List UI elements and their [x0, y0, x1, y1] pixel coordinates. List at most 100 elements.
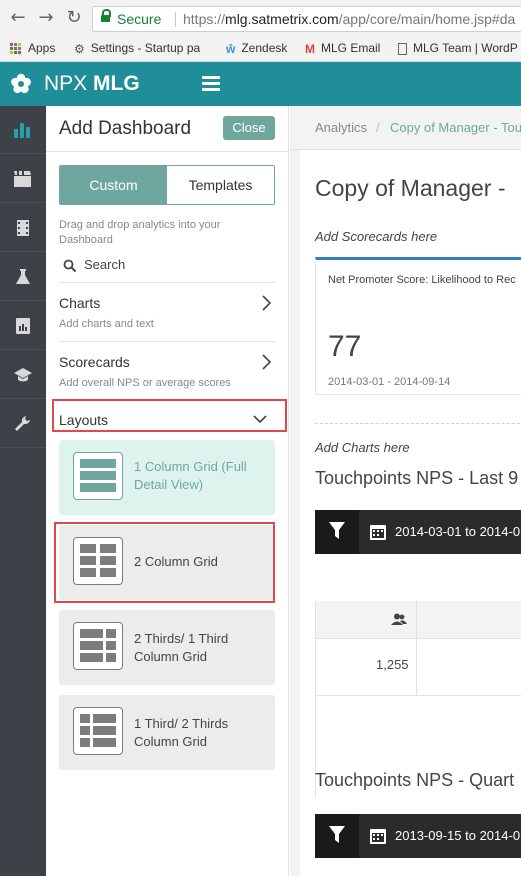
- table-cell-count: 1,255: [376, 657, 409, 672]
- date-range[interactable]: 2013-09-15 to 2014-0: [395, 828, 520, 843]
- table-header-row: [316, 601, 521, 639]
- layout-1-column-grid[interactable]: 1 Column Grid (Full Detail View): [59, 440, 275, 515]
- graduation-cap-icon: [14, 368, 32, 382]
- layout-2-thirds-1-third[interactable]: 2 Thirds/ 1 Third Column Grid: [59, 610, 275, 685]
- rail-item-media[interactable]: [0, 155, 46, 203]
- url-text: https://mlg.satmetrix.com/app/core/main/…: [183, 7, 515, 31]
- url-prefix: https://: [183, 11, 226, 27]
- secure-label: Secure: [117, 11, 162, 27]
- bookmark-label: MLG Email: [321, 41, 381, 55]
- search-label: Search: [84, 257, 126, 272]
- dashed-divider: [315, 423, 521, 424]
- search-input[interactable]: Search: [59, 256, 275, 278]
- hamburger-menu-icon[interactable]: [202, 76, 220, 92]
- gmail-icon: M: [305, 41, 315, 56]
- rail-item-settings[interactable]: [0, 400, 46, 448]
- film-strip-icon: [17, 220, 29, 236]
- icon-rail: [0, 106, 46, 876]
- app-header: NPX MLG: [0, 62, 521, 106]
- search-icon: [63, 259, 77, 273]
- scorecard-value: 77: [328, 330, 362, 363]
- bookmark-apps[interactable]: Apps: [10, 40, 55, 56]
- panel-title: Add Dashboard: [59, 118, 192, 139]
- add-charts-label: Add Charts here: [315, 440, 410, 455]
- section-scorecards[interactable]: Scorecards Add overall NPS or average sc…: [59, 341, 275, 399]
- section-subtitle: Add overall NPS or average scores: [59, 377, 231, 389]
- address-bar[interactable]: Secure https://mlg.satmetrix.com/app/cor…: [92, 6, 521, 32]
- chevron-right-icon: [262, 354, 271, 370]
- filter-button[interactable]: [315, 510, 359, 554]
- browser-chrome: ← → ↻ Secure https://mlg.satmetrix.com/a…: [0, 0, 521, 62]
- breadcrumb-separator: /: [376, 120, 380, 135]
- lock-icon: [101, 9, 111, 25]
- bookmark-label: MLG Team | WordP: [413, 41, 518, 55]
- scorecard-title: Net Promoter Score: Likelihood to Rec: [328, 274, 516, 286]
- gear-icon: ⚙: [74, 41, 85, 56]
- wrench-icon: [15, 416, 30, 431]
- bookmark-settings[interactable]: ⚙ Settings - Startup pa: [74, 40, 200, 57]
- bookmark-zendesk[interactable]: ŵ Zendesk: [226, 40, 287, 57]
- funnel-icon: [329, 522, 345, 539]
- panel-divider: [46, 151, 289, 152]
- date-range[interactable]: 2014-03-01 to 2014-0: [395, 524, 520, 539]
- page-icon: [398, 42, 407, 55]
- bookmark-label: Apps: [28, 41, 56, 55]
- logo-text-bold: MLG: [93, 72, 140, 95]
- report-icon: [16, 318, 30, 334]
- add-scorecards-label: Add Scorecards here: [315, 229, 438, 244]
- flask-icon: [16, 269, 30, 284]
- breadcrumb: Analytics / Copy of Manager - Tou: [290, 106, 521, 150]
- drag-drop-hint: Drag and drop analytics into your Dashbo…: [59, 219, 221, 246]
- chart-table: 1,255: [315, 601, 521, 797]
- custom-templates-toggle: Custom Templates: [59, 165, 275, 205]
- url-host: mlg.satmetrix.com: [225, 11, 339, 27]
- tab-custom[interactable]: Custom: [60, 166, 167, 204]
- add-dashboard-panel: Add Dashboard Close Custom Templates Dra…: [46, 106, 289, 876]
- section-title: Charts: [59, 295, 101, 311]
- rail-item-filmstrip[interactable]: [0, 204, 46, 252]
- layout-1-third-2-thirds[interactable]: 1 Third/ 2 Thirds Column Grid: [59, 695, 275, 770]
- dashboard-title: Copy of Manager -: [315, 175, 506, 201]
- main-area: Analytics / Copy of Manager - Tou Copy o…: [290, 106, 521, 876]
- one-third-two-thirds-grid-icon: [73, 707, 123, 755]
- flower-logo-icon: [11, 73, 31, 94]
- scorecard-date-range: 2014-03-01 - 2014-09-14: [328, 376, 451, 388]
- section-charts[interactable]: Charts Add charts and text: [59, 282, 275, 340]
- one-column-grid-icon: [73, 452, 123, 500]
- chart-title: Touchpoints NPS - Quart: [315, 770, 515, 790]
- back-arrow-icon[interactable]: ←: [8, 8, 28, 28]
- apps-grid-icon: [10, 42, 22, 55]
- two-thirds-one-third-grid-icon: [73, 622, 123, 670]
- funnel-icon: [329, 826, 345, 843]
- reload-icon[interactable]: ↻: [64, 8, 84, 28]
- tab-templates[interactable]: Templates: [167, 166, 274, 204]
- bar-chart-icon: [14, 123, 30, 138]
- rail-item-analytics[interactable]: [0, 106, 46, 154]
- breadcrumb-current[interactable]: Copy of Manager - Tou: [390, 106, 521, 150]
- forward-arrow-icon[interactable]: →: [36, 8, 56, 28]
- layout-label: 1 Column Grid (Full Detail View): [134, 459, 247, 492]
- layout-label: 2 Thirds/ 1 Third Column Grid: [134, 631, 229, 664]
- rail-item-lab[interactable]: [0, 253, 46, 301]
- breadcrumb-analytics[interactable]: Analytics: [315, 106, 367, 150]
- film-icon: [14, 171, 31, 187]
- rail-item-reports[interactable]: [0, 302, 46, 350]
- close-button[interactable]: Close: [223, 116, 275, 140]
- bookmark-mlg-email[interactable]: M MLG Email: [305, 40, 380, 57]
- bookmarks-bar: Apps ⚙ Settings - Startup pa ŵ Zendesk M ML…: [0, 36, 521, 60]
- calendar-icon: [370, 525, 386, 540]
- scorecard-nps[interactable]: Net Promoter Score: Likelihood to Rec 77…: [315, 257, 521, 395]
- filter-button[interactable]: [315, 814, 359, 858]
- table-row-divider: [316, 695, 521, 696]
- chart-toolbar: 2013-09-15 to 2014-0: [315, 814, 521, 858]
- layout-label: 1 Third/ 2 Thirds Column Grid: [134, 716, 229, 749]
- url-path: /app/core/main/home.jsp#da: [338, 11, 516, 27]
- browser-navbar: ← → ↻ Secure https://mlg.satmetrix.com/a…: [0, 0, 521, 36]
- chart-title: Touchpoints NPS - Last 9: [315, 468, 519, 488]
- section-subtitle: Add charts and text: [59, 318, 154, 330]
- rail-item-training[interactable]: [0, 351, 46, 399]
- highlight-box-2-column-grid: [54, 522, 275, 603]
- bookmark-mlg-team[interactable]: MLG Team | WordP: [398, 40, 518, 56]
- chevron-right-icon: [262, 295, 271, 311]
- logo-text-light: NPX: [44, 72, 88, 95]
